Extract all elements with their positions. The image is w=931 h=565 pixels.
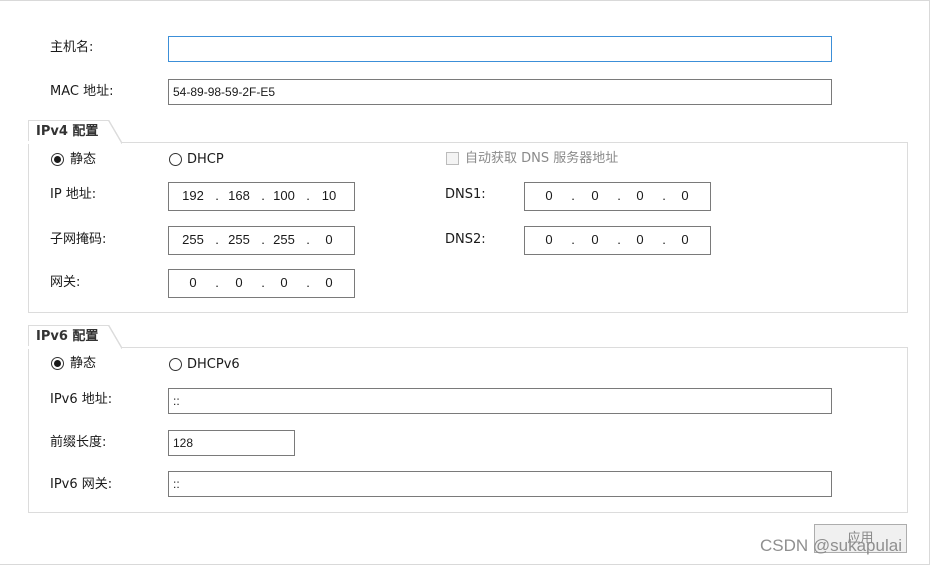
ip-octet: 0 <box>681 232 689 247</box>
hostname-label: 主机名: <box>50 40 94 55</box>
ipv6-tab-edge <box>108 325 122 349</box>
dns2-label: DNS2: <box>445 232 486 247</box>
subnet-mask-label: 子网掩码: <box>50 232 107 247</box>
dns2-input[interactable]: 0 . 0 . 0 . 0 <box>524 226 711 255</box>
ipv6-static-radio[interactable] <box>51 357 64 370</box>
ipv6-gateway-label: IPv6 网关: <box>50 477 113 492</box>
ip-octet: 10 <box>321 188 337 203</box>
ip-octet: 100 <box>273 188 295 203</box>
ip-octet: 192 <box>182 188 204 203</box>
mac-label: MAC 地址: <box>50 84 114 99</box>
ipv6-address-label: IPv6 地址: <box>50 392 113 407</box>
ip-octet: 0 <box>545 188 553 203</box>
ipv6-dhcpv6-radio[interactable] <box>169 358 182 371</box>
ip-octet: 0 <box>235 275 243 290</box>
ipv4-static-label[interactable]: 静态 <box>70 152 96 168</box>
ipv6-tab-join <box>28 346 109 349</box>
ipv6-gateway-input[interactable] <box>168 471 832 497</box>
hostname-input[interactable] <box>168 36 832 62</box>
ipv6-static-label[interactable]: 静态 <box>70 356 96 372</box>
ipv4-group <box>28 142 908 313</box>
watermark: CSDN @sukapulai <box>760 536 902 555</box>
ip-octet: 0 <box>189 275 197 290</box>
ipv4-static-radio[interactable] <box>51 153 64 166</box>
ipv4-dhcp-radio[interactable] <box>169 153 182 166</box>
prefix-length-label: 前缀长度: <box>50 435 107 450</box>
auto-dns-checkbox[interactable] <box>446 152 459 165</box>
ip-octet: 0 <box>636 188 644 203</box>
prefix-length-input[interactable] <box>168 430 295 456</box>
mac-input[interactable] <box>168 79 832 105</box>
ip-octet: 168 <box>228 188 250 203</box>
subnet-mask-input[interactable]: 255 . 255 . 255 . 0 <box>168 226 355 255</box>
ipv4-dhcp-label[interactable]: DHCP <box>187 152 224 168</box>
ipv4-tab-join <box>28 141 109 144</box>
gateway-input[interactable]: 0 . 0 . 0 . 0 <box>168 269 355 298</box>
ip-octet: 255 <box>182 232 204 247</box>
ip-address-input[interactable]: 192 . 168 . 100 . 10 <box>168 182 355 211</box>
dns1-label: DNS1: <box>445 187 486 202</box>
ip-octet: 0 <box>681 188 689 203</box>
ip-octet: 255 <box>228 232 250 247</box>
ip-octet: 0 <box>280 275 288 290</box>
ip-octet: 0 <box>325 275 333 290</box>
auto-dns-label[interactable]: 自动获取 DNS 服务器地址 <box>465 151 618 167</box>
ipv4-tab-edge <box>108 120 122 144</box>
gateway-label: 网关: <box>50 275 81 290</box>
ip-octet: 0 <box>325 232 333 247</box>
ip-address-label: IP 地址: <box>50 187 97 202</box>
ip-octet: 0 <box>591 232 599 247</box>
ipv6-address-input[interactable] <box>168 388 832 414</box>
ip-octet: 255 <box>273 232 295 247</box>
ipv6-dhcpv6-label[interactable]: DHCPv6 <box>187 357 240 373</box>
ip-octet: 0 <box>636 232 644 247</box>
ip-octet: 0 <box>545 232 553 247</box>
ip-octet: 0 <box>591 188 599 203</box>
dns1-input[interactable]: 0 . 0 . 0 . 0 <box>524 182 711 211</box>
